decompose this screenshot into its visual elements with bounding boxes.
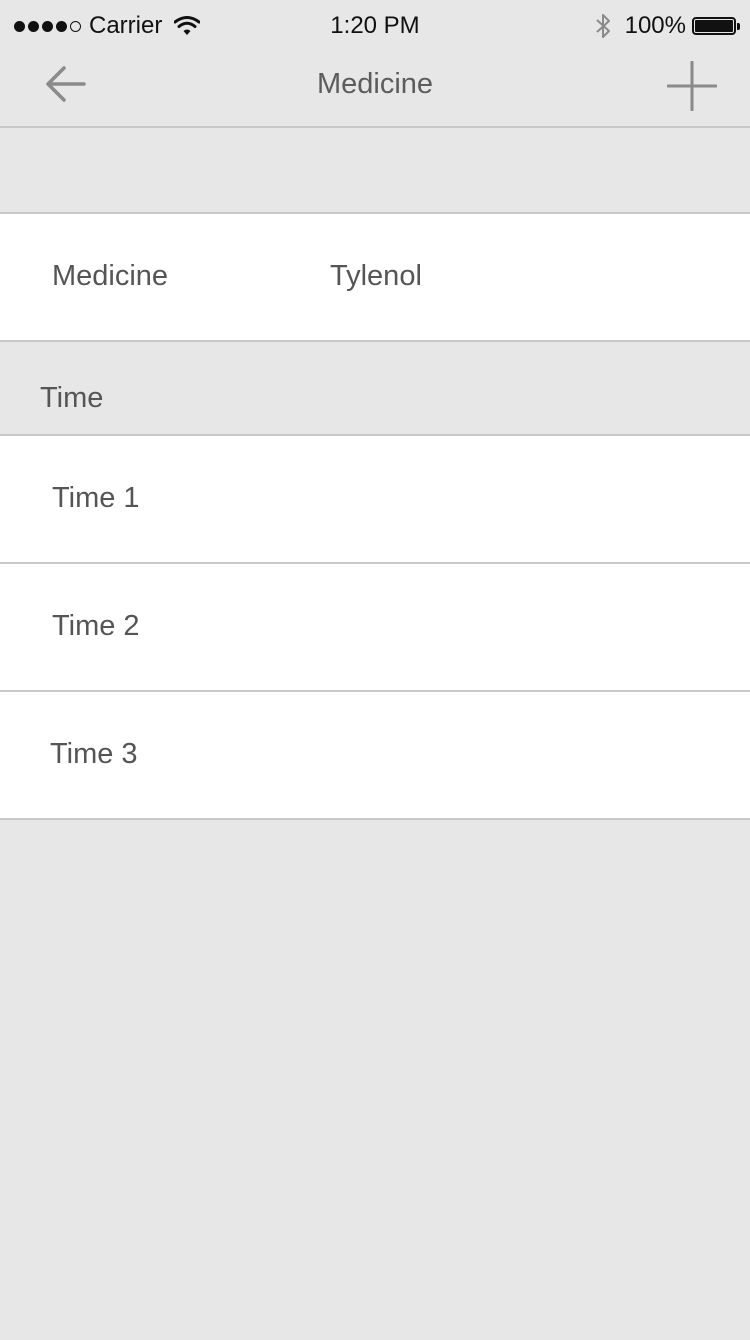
- page-title: Medicine: [316, 68, 434, 100]
- status-bar: Carrier 1:20 PM 100%: [0, 0, 750, 52]
- section-spacer: [0, 128, 750, 214]
- medicine-value: Tylenol: [330, 260, 422, 292]
- medicine-label: Medicine: [52, 260, 169, 292]
- navigation-bar: Medicine: [0, 52, 750, 128]
- time-section-header: Time: [0, 342, 750, 436]
- time-row-1[interactable]: Time 1: [0, 436, 750, 564]
- battery-icon: [692, 17, 740, 35]
- medicine-row[interactable]: Medicine Tylenol: [0, 214, 750, 342]
- status-right: 100%: [595, 10, 740, 42]
- add-button[interactable]: [664, 58, 720, 114]
- plus-icon: [667, 61, 717, 111]
- time-row-label: Time 2: [52, 610, 140, 642]
- time-row-label: Time 3: [50, 738, 138, 770]
- bluetooth-icon: [595, 14, 610, 38]
- time-row-label: Time 1: [52, 482, 140, 514]
- battery-percentage: 100%: [624, 12, 686, 39]
- time-section-title: Time: [40, 382, 104, 414]
- time-row-3[interactable]: Time 3: [0, 692, 750, 820]
- time-row-2[interactable]: Time 2: [0, 564, 750, 692]
